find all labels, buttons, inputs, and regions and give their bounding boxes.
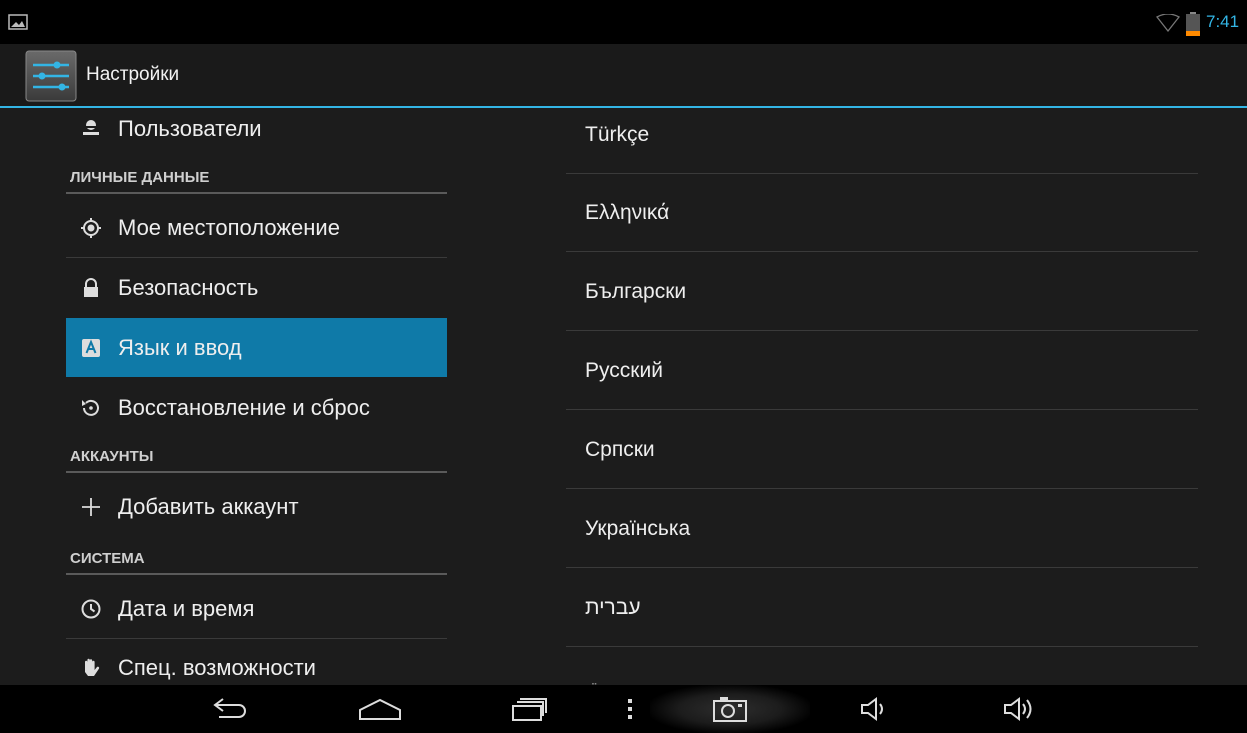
- back-icon: [213, 698, 246, 718]
- user-icon: [83, 120, 99, 135]
- list-item-language[interactable]: Ελληνικά: [566, 174, 1198, 252]
- sidebar-item-label: Пользователи: [118, 116, 262, 141]
- battery-icon: [1186, 12, 1200, 36]
- list-item-language-partial[interactable]: ﭢ: [566, 648, 1198, 686]
- list-item-language[interactable]: Українська: [566, 490, 1198, 568]
- screenshot-button[interactable]: [700, 685, 760, 733]
- list-item-language[interactable]: Српски: [566, 411, 1198, 489]
- sidebar-item-date-time[interactable]: Дата и время: [66, 580, 447, 638]
- clock-icon: [81, 599, 101, 619]
- hand-icon: [85, 658, 100, 676]
- sidebar-item-label: Мое местоположение: [118, 215, 340, 240]
- language-icon: [82, 338, 100, 357]
- list-item-language[interactable]: Türkçe: [566, 108, 1198, 174]
- volume-down-icon: [861, 697, 883, 721]
- settings-sliders-icon[interactable]: [24, 49, 78, 103]
- wifi-icon: [1156, 14, 1180, 32]
- list-item-language[interactable]: Русский: [566, 332, 1198, 410]
- recents-icon: [512, 698, 547, 721]
- page-title: Настройки: [86, 64, 180, 85]
- menu-button[interactable]: [615, 685, 645, 733]
- sidebar-item-restore[interactable]: Восстановление и сброс: [66, 379, 447, 437]
- sidebar-item-location[interactable]: Мое местоположение: [66, 199, 447, 257]
- sidebar-item-label: Восстановление и сброс: [118, 395, 370, 420]
- sidebar-item-label: Дата и время: [118, 596, 255, 621]
- list-item-language[interactable]: Български: [566, 253, 1198, 331]
- sidebar-item-accessibility[interactable]: Спец. возможности: [66, 639, 447, 685]
- location-icon: [81, 218, 101, 238]
- sidebar-item-label: Спец. возможности: [118, 655, 316, 680]
- volume-down-button[interactable]: [850, 685, 900, 733]
- screenshot-icon: [713, 697, 747, 722]
- settings-category-list[interactable]: Пользователи ЛИЧНЫЕ ДАННЫЕ Мое местополо…: [66, 108, 447, 685]
- settings-content: Пользователи ЛИЧНЫЕ ДАННЫЕ Мое местополо…: [0, 108, 1247, 685]
- clock-time: 7:41: [1206, 12, 1240, 31]
- sidebar-item-users[interactable]: Пользователи: [66, 108, 447, 158]
- section-header-personal: ЛИЧНЫЕ ДАННЫЕ: [66, 162, 447, 194]
- sidebar-item-label: Язык и ввод: [118, 334, 242, 360]
- divider: [66, 257, 447, 258]
- restore-icon: [82, 399, 99, 416]
- sidebar-item-add-account[interactable]: Добавить аккаунт: [66, 478, 447, 536]
- sidebar-item-language[interactable]: Язык и ввод: [66, 318, 447, 377]
- section-header-system: СИСТЕМА: [66, 543, 447, 575]
- gallery-icon: [8, 14, 28, 30]
- section-header-accounts: АККАУНТЫ: [66, 441, 447, 473]
- plus-icon: [82, 498, 100, 516]
- sidebar-item-label: Безопасность: [118, 275, 259, 300]
- status-bar: 7:41: [0, 0, 1247, 44]
- sidebar-item-security[interactable]: Безопасность: [66, 259, 447, 317]
- sidebar-item-label: Добавить аккаунт: [118, 494, 299, 519]
- back-button[interactable]: [200, 685, 260, 733]
- action-bar: Настройки: [0, 44, 1247, 108]
- lock-icon: [84, 278, 98, 297]
- home-icon: [359, 698, 401, 720]
- volume-up-icon: [1004, 697, 1032, 721]
- language-list[interactable]: Türkçe Ελληνικά Български Русский Српски…: [566, 108, 1198, 685]
- volume-up-button[interactable]: [995, 685, 1045, 733]
- list-item-language[interactable]: עברית: [566, 569, 1198, 647]
- menu-icon: [628, 699, 632, 719]
- system-nav-bar: [0, 685, 1247, 733]
- home-button[interactable]: [350, 685, 410, 733]
- recents-button[interactable]: [500, 685, 560, 733]
